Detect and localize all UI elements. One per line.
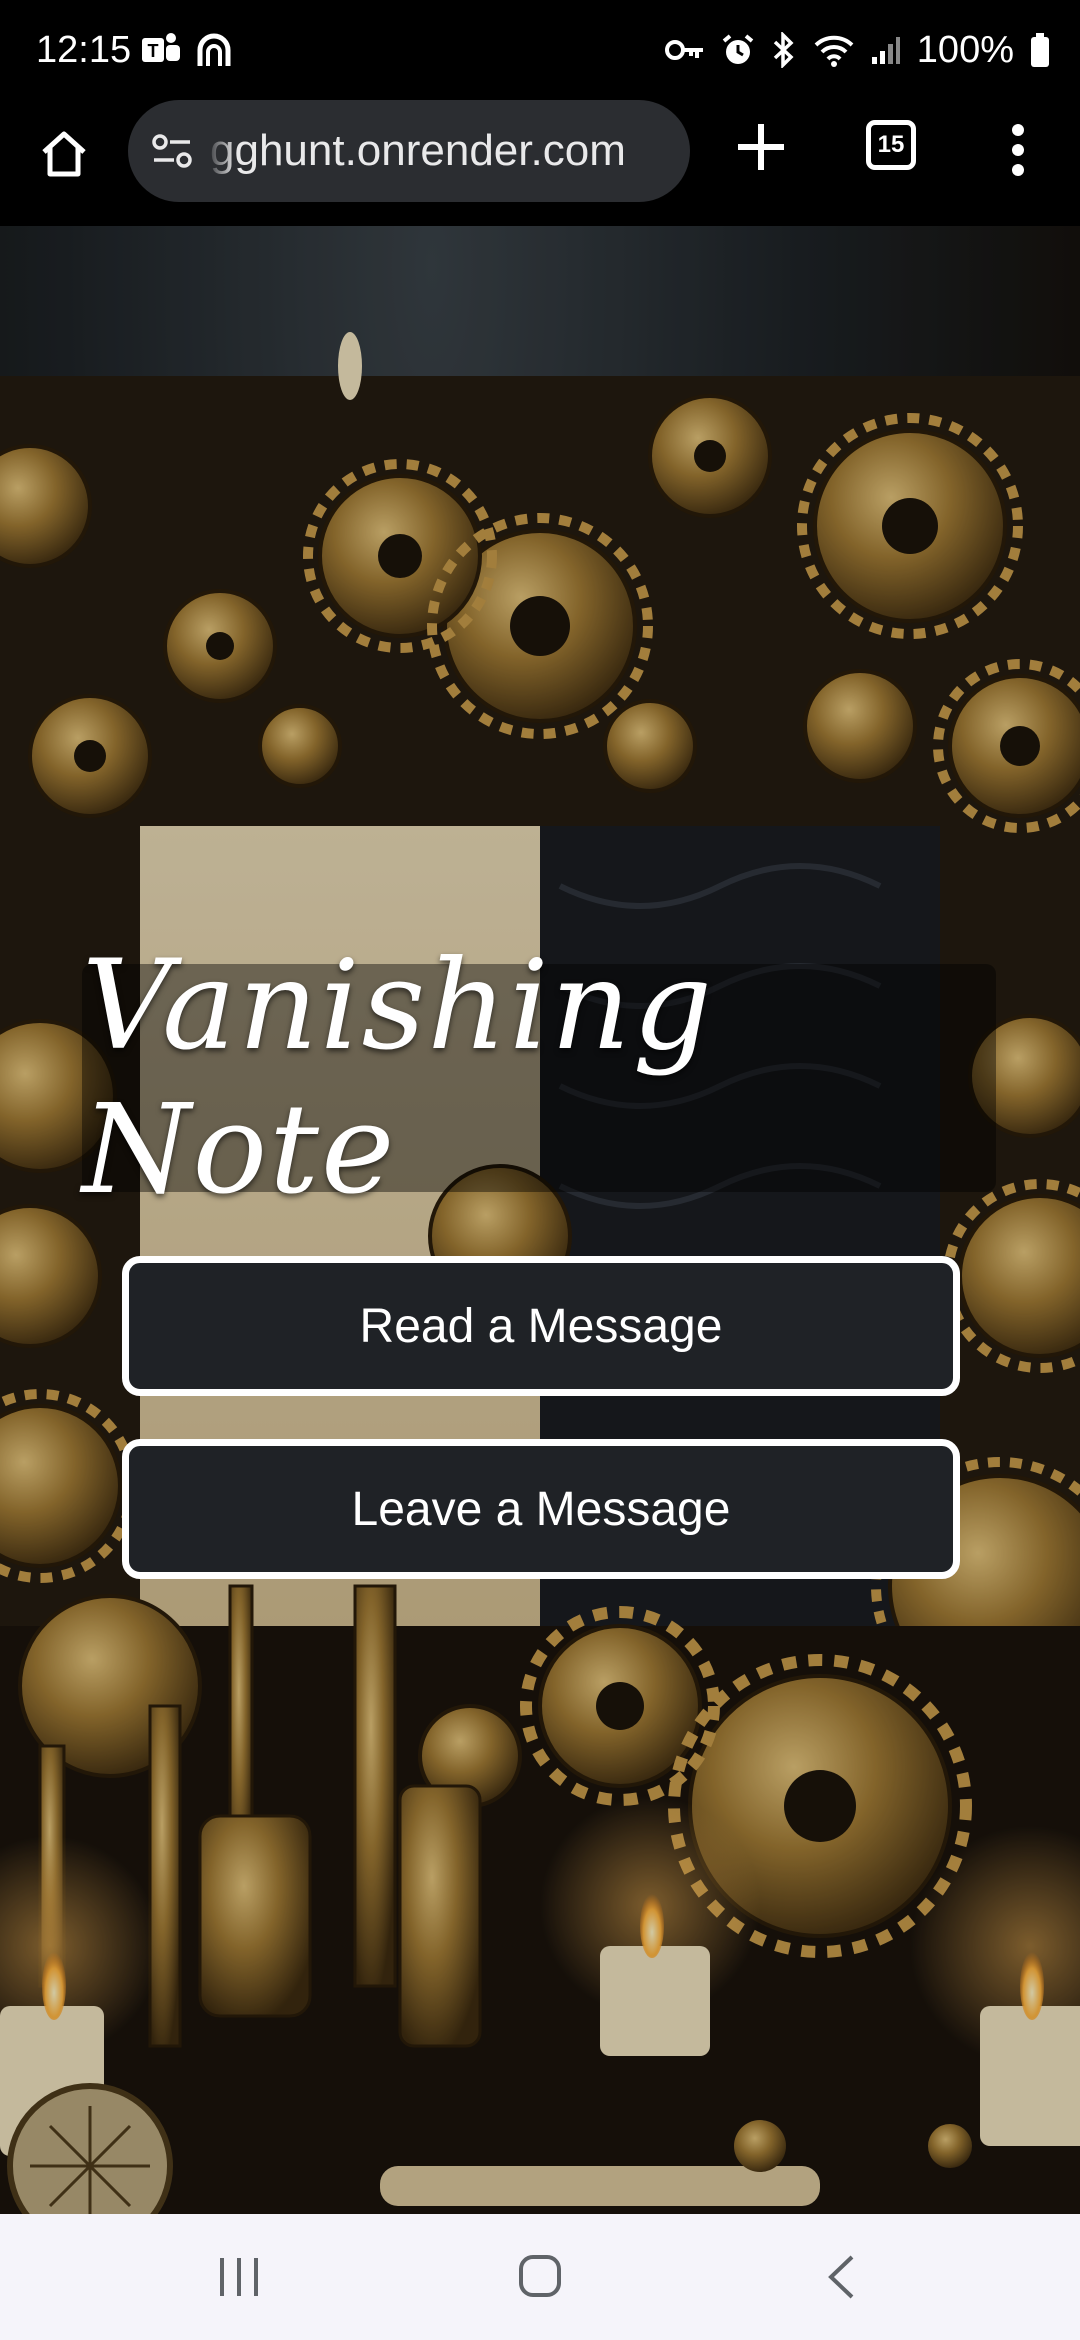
leave-message-button[interactable]: Leave a Message	[122, 1439, 960, 1579]
url-fade	[206, 100, 236, 202]
status-bar: 12:15 T 100%	[0, 0, 1080, 100]
arch-app-icon	[194, 30, 234, 75]
vpn-key-icon	[664, 37, 705, 63]
address-bar[interactable]: gghunt.onrender.com	[128, 100, 690, 202]
recents-icon[interactable]	[216, 2256, 262, 2298]
page-title: Vanishing Note	[82, 934, 715, 1222]
read-message-button[interactable]: Read a Message	[122, 1256, 960, 1396]
phone-screen: 12:15 T 100% gghunt.onrender.com 15 Vani…	[0, 0, 1080, 2340]
browser-home-button[interactable]	[30, 120, 98, 188]
teams-icon: T	[140, 30, 184, 75]
site-settings-icon[interactable]	[150, 129, 194, 173]
tab-switcher-button[interactable]: 15	[866, 120, 916, 170]
status-right-icons: 100%	[664, 26, 1050, 74]
bluetooth-icon	[771, 32, 797, 68]
svg-text:T: T	[148, 41, 159, 61]
title-band: Vanishing Note	[82, 934, 996, 1222]
signal-icon	[871, 35, 901, 65]
new-tab-button[interactable]	[730, 116, 792, 178]
wifi-icon	[813, 33, 855, 67]
alarm-icon	[721, 33, 755, 67]
home-icon	[42, 131, 86, 177]
home-icon[interactable]	[518, 2254, 562, 2298]
back-icon[interactable]	[826, 2254, 856, 2300]
battery-icon	[1030, 33, 1050, 67]
status-time: 12:15	[36, 29, 132, 71]
more-vert-icon[interactable]	[1000, 122, 1036, 178]
url-text: gghunt.onrender.com	[210, 126, 626, 175]
battery-percent: 100%	[916, 29, 1014, 71]
navigation-bar	[0, 2214, 1080, 2340]
status-left-icons: T	[140, 30, 234, 75]
web-page: Vanishing Note Read a Message Leave a Me…	[0, 226, 1080, 2214]
browser-toolbar: gghunt.onrender.com 15	[0, 100, 1080, 226]
